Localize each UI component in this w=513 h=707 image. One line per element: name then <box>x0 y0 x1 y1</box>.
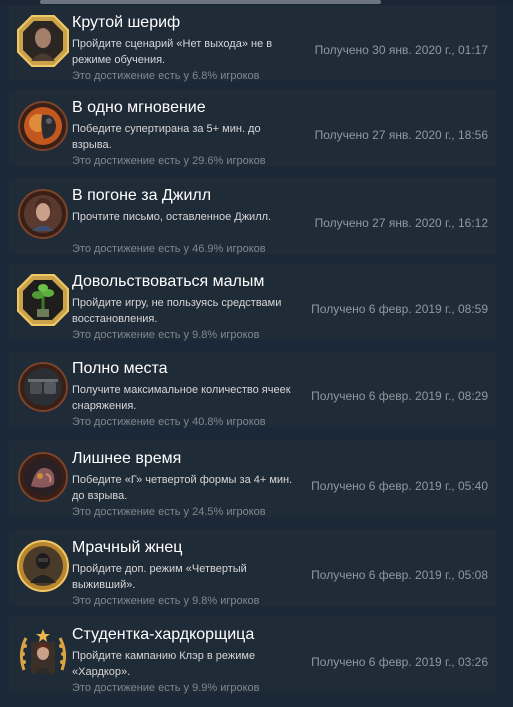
achievement-global-percent: Это достижение есть у 29.6% игроков <box>72 155 266 167</box>
achievement-row[interactable]: В погоне за Джилл Прочтите письмо, остав… <box>9 178 496 255</box>
achievement-title: Полно места <box>72 360 168 377</box>
achievement-global-percent: Это достижение есть у 6.8% игроков <box>72 70 260 82</box>
achievement-global-percent: Это достижение есть у 9.9% игроков <box>72 682 260 694</box>
achievement-description: Прочтите письмо, оставленное Джилл. <box>72 211 272 223</box>
achievement-global-percent: Это достижение есть у 9.8% игроков <box>72 329 260 341</box>
achievement-row[interactable]: Мрачный жнец Пройдите доп. режим «Четвер… <box>9 530 496 607</box>
achievement-row[interactable]: Довольствоваться малым Пройдите игру, не… <box>9 264 496 341</box>
achievement-description: Пройдите кампанию Клэр в режиме «Хардкор… <box>72 650 256 678</box>
achievement-description: Победите «Г» четвертой формы за 4+ мин. … <box>72 474 293 502</box>
achievement-title: Крутой шериф <box>72 14 181 31</box>
achievement-icon-wrap <box>16 14 70 68</box>
achievement-title: Мрачный жнец <box>72 539 183 556</box>
achievement-unlock-date: Получено 27 янв. 2020 г., 18:56 <box>314 128 488 142</box>
achievement-title: Довольствоваться малым <box>72 273 265 290</box>
achievement-unlock-date: Получено 6 февр. 2019 г., 03:26 <box>311 655 488 669</box>
achievement-icon-wrap <box>16 626 70 680</box>
jill-portrait-icon <box>16 187 70 241</box>
achievement-icon-wrap <box>16 273 70 327</box>
achievement-global-percent: Это достижение есть у 40.8% игроков <box>72 416 266 428</box>
achievement-title: В одно мгновение <box>72 99 206 116</box>
achievement-global-percent: Это достижение есть у 46.9% игроков <box>72 243 266 255</box>
achievement-unlock-date: Получено 6 февр. 2019 г., 05:08 <box>311 568 488 582</box>
achievement-description: Победите супертирана за 5+ мин. до взрыв… <box>72 123 261 151</box>
hip-pouches-icon <box>16 360 70 414</box>
achievement-row[interactable]: Полно места Получите максимальное количе… <box>9 351 496 428</box>
achievement-icon-wrap <box>16 450 70 504</box>
achievement-unlock-date: Получено 6 февр. 2019 г., 05:40 <box>311 479 488 493</box>
sheriff-portrait-icon <box>16 14 70 68</box>
achievement-icon-wrap <box>16 99 70 153</box>
achievement-title: В погоне за Джилл <box>72 187 212 204</box>
achievement-description: Пройдите сценарий «Нет выхода» не в режи… <box>72 38 273 66</box>
scrollbar-thumb[interactable] <box>40 0 381 4</box>
achievement-global-percent: Это достижение есть у 9.8% игроков <box>72 595 260 607</box>
achievement-row[interactable]: Крутой шериф Пройдите сценарий «Нет выхо… <box>9 5 496 82</box>
tyrant-punch-icon <box>16 99 70 153</box>
achievement-icon-wrap <box>16 187 70 241</box>
achievement-title: Студентка-хардкорщица <box>72 626 255 643</box>
achievement-unlock-date: Получено 30 янв. 2020 г., 01:17 <box>314 43 488 57</box>
achievement-icon-wrap <box>16 360 70 414</box>
achievement-unlock-date: Получено 27 янв. 2020 г., 16:12 <box>314 216 488 230</box>
achievement-description: Получите максимальное количество ячеек с… <box>72 384 291 412</box>
achievement-global-percent: Это достижение есть у 24.5% игроков <box>72 506 266 518</box>
achievement-row[interactable]: Лишнее время Победите «Г» четвертой форм… <box>9 441 496 518</box>
claire-portrait-icon <box>16 626 70 680</box>
hunk-soldier-icon <box>16 539 70 593</box>
achievement-unlock-date: Получено 6 февр. 2019 г., 08:29 <box>311 389 488 403</box>
g-creature-icon <box>16 450 70 504</box>
achievement-row[interactable]: Студентка-хардкорщица Пройдите кампанию … <box>9 617 496 694</box>
green-herb-icon <box>16 273 70 327</box>
achievement-unlock-date: Получено 6 февр. 2019 г., 08:59 <box>311 302 488 316</box>
achievement-row[interactable]: В одно мгновение Победите супертирана за… <box>9 90 496 167</box>
achievement-icon-wrap <box>16 539 70 593</box>
achievement-description: Пройдите игру, не пользуясь средствами в… <box>72 297 282 325</box>
achievement-title: Лишнее время <box>72 450 182 467</box>
achievement-description: Пройдите доп. режим «Четвертый выживший»… <box>72 563 247 591</box>
